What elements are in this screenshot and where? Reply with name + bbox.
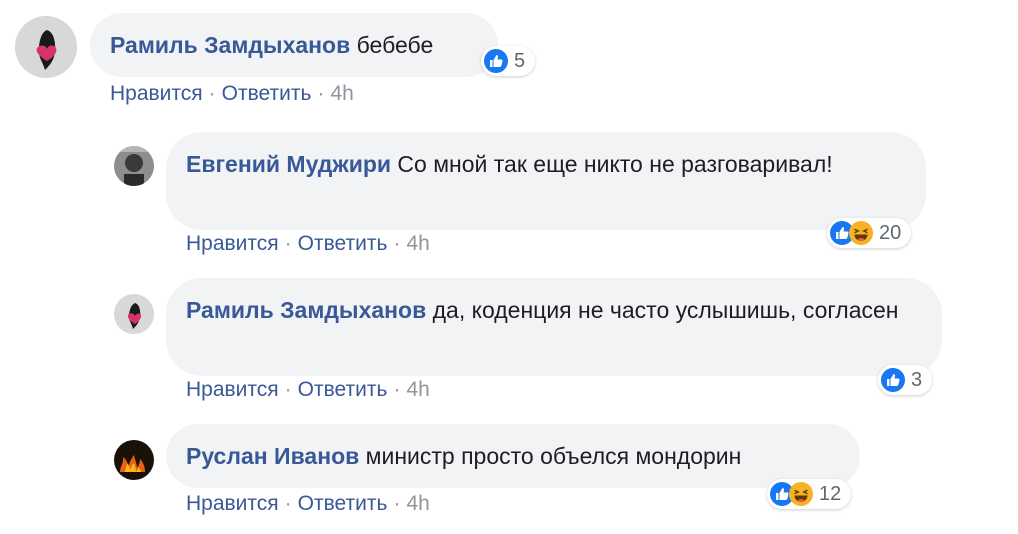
separator: · — [284, 492, 292, 515]
separator: · — [284, 378, 292, 401]
comment-text: Со мной так еще никто не разговаривал! — [397, 151, 833, 177]
reaction-count: 12 — [819, 482, 842, 505]
separator: · — [393, 492, 401, 515]
haha-icon — [789, 482, 813, 506]
reaction-count: 5 — [514, 49, 526, 72]
reply-link[interactable]: Ответить — [222, 82, 312, 105]
like-link[interactable]: Нравится — [110, 82, 203, 105]
separator: · — [317, 82, 325, 105]
comment-text: да, коденция не часто услышишь, согласен — [432, 297, 899, 323]
like-link[interactable]: Нравится — [186, 492, 279, 515]
comment-bubble: Рамиль Замдыханов да, коденция не часто … — [166, 278, 942, 376]
timestamp[interactable]: 4h — [406, 232, 429, 255]
separator: · — [393, 232, 401, 255]
comment-bubble: Руслан Иванов министр просто объелся мон… — [166, 424, 860, 488]
like-link[interactable]: Нравится — [186, 232, 279, 255]
reply-link[interactable]: Ответить — [298, 378, 388, 401]
reply-link[interactable]: Ответить — [298, 492, 388, 515]
timestamp[interactable]: 4h — [406, 492, 429, 515]
reaction-count: 3 — [911, 368, 923, 391]
comment-actions: Нравится · Ответить · 4h — [186, 492, 430, 516]
comment-text: министр просто объелся мондорин — [365, 443, 742, 469]
timestamp[interactable]: 4h — [330, 82, 353, 105]
comment-author[interactable]: Руслан Иванов — [186, 443, 359, 469]
like-link[interactable]: Нравится — [186, 378, 279, 401]
comment-actions: Нравится · Ответить · 4h — [186, 232, 430, 256]
like-icon — [484, 49, 508, 73]
reaction-count: 20 — [879, 221, 902, 244]
avatar[interactable] — [114, 146, 154, 186]
avatar[interactable] — [114, 294, 154, 334]
reactions-summary[interactable]: 20 — [827, 218, 912, 248]
reply-link[interactable]: Ответить — [298, 232, 388, 255]
separator: · — [393, 378, 401, 401]
comment-actions: Нравится · Ответить · 4h — [186, 378, 430, 402]
haha-icon — [849, 221, 873, 245]
comment-text: бебебе — [356, 32, 434, 58]
comment-author[interactable]: Евгений Муджири — [186, 151, 391, 177]
separator: · — [208, 82, 216, 105]
comment-bubble: Рамиль Замдыханов бебебе — [90, 13, 498, 77]
comment-author[interactable]: Рамиль Замдыханов — [186, 297, 426, 323]
avatar[interactable] — [15, 16, 77, 78]
comment-actions: Нравится · Ответить · 4h — [110, 82, 354, 106]
comment-bubble: Евгений Муджири Со мной так еще никто не… — [166, 132, 926, 230]
comment-author[interactable]: Рамиль Замдыханов — [110, 32, 350, 58]
reactions-summary[interactable]: 5 — [481, 46, 536, 76]
like-icon — [881, 368, 905, 392]
timestamp[interactable]: 4h — [406, 378, 429, 401]
separator: · — [284, 232, 292, 255]
reactions-summary[interactable]: 12 — [767, 479, 852, 509]
avatar[interactable] — [114, 440, 154, 480]
reactions-summary[interactable]: 3 — [878, 365, 933, 395]
